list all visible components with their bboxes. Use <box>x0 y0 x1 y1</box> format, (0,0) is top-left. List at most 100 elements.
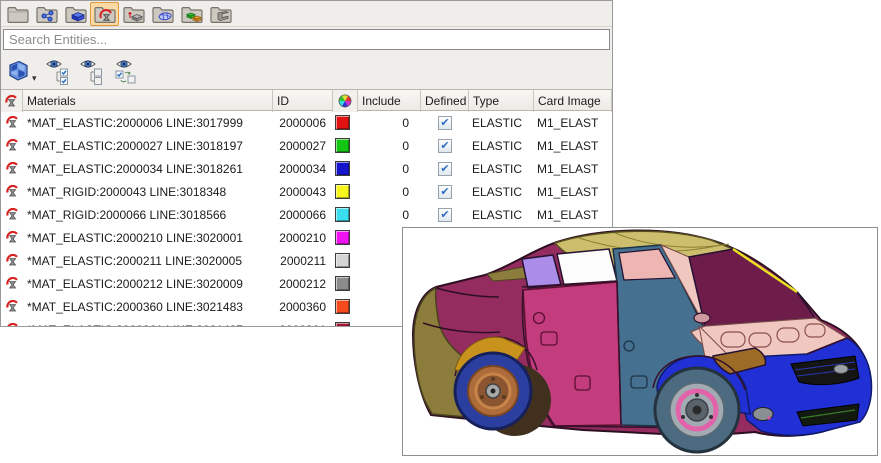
defined-checkbox[interactable]: ✔ <box>438 116 452 130</box>
include-count: 0 <box>358 116 421 130</box>
material-name[interactable]: *MAT_ELASTIC:2000210 LINE:3020001 <box>23 231 273 245</box>
color-swatch[interactable] <box>335 299 350 314</box>
material-row[interactable]: *MAT_RIGID:2000043 LINE:3018348 2000043 … <box>1 180 612 203</box>
folder-sections-icon <box>209 4 233 24</box>
defined-checkbox[interactable]: ✔ <box>438 208 452 222</box>
material-type: ELASTIC <box>469 162 534 176</box>
folder-properties-button[interactable] <box>119 2 148 26</box>
material-id: 2000006 <box>273 116 333 130</box>
header-materials[interactable]: Materials <box>23 90 273 112</box>
material-name[interactable]: *MAT_ELASTIC:2000027 LINE:3018197 <box>23 139 273 153</box>
search-row <box>1 27 612 53</box>
material-type: ELASTIC <box>469 208 534 222</box>
folder-icon <box>6 4 30 24</box>
defined-checkbox[interactable]: ✔ <box>438 139 452 153</box>
material-row[interactable]: *MAT_ELASTIC:2000034 LINE:3018261 200003… <box>1 157 612 180</box>
display-style-icon <box>5 59 31 83</box>
material-id: 2000027 <box>273 139 333 153</box>
reverse-button[interactable] <box>113 57 139 85</box>
show-button[interactable] <box>45 57 71 85</box>
folder-components-button[interactable] <box>61 2 90 26</box>
folder-materials-icon <box>93 4 117 24</box>
header-card-image[interactable]: Card Image <box>534 90 612 112</box>
material-id: 2000211 <box>273 254 333 268</box>
car-rear-door-glass <box>557 249 617 285</box>
material-row[interactable]: *MAT_RIGID:2000066 LINE:3018566 2000066 … <box>1 203 612 226</box>
material-icon <box>1 254 23 267</box>
material-name[interactable]: *MAT_ELASTIC:2000361 LINE:3021487 <box>23 323 273 328</box>
folder-assemblies-icon <box>180 4 204 24</box>
color-swatch[interactable] <box>335 207 350 222</box>
header-materials-icon-cell[interactable] <box>1 90 23 112</box>
material-name[interactable]: *MAT_ELASTIC:2000034 LINE:3018261 <box>23 162 273 176</box>
eye-show-icon <box>45 57 71 85</box>
material-type: ELASTIC <box>469 116 534 130</box>
table-header: Materials ID Include Defined Type Card I… <box>1 89 612 111</box>
hide-button[interactable] <box>79 57 105 85</box>
folder-plots-button[interactable] <box>32 2 61 26</box>
defined-checkbox[interactable]: ✔ <box>438 162 452 176</box>
material-id: 2000034 <box>273 162 333 176</box>
material-name[interactable]: *MAT_ELASTIC:2000360 LINE:3021483 <box>23 300 273 314</box>
header-defined[interactable]: Defined <box>421 90 469 112</box>
folder-all-button[interactable] <box>3 2 32 26</box>
folder-components-icon <box>64 4 88 24</box>
folder-properties-icon <box>122 4 146 24</box>
color-swatch[interactable] <box>335 253 350 268</box>
folder-sections-button[interactable] <box>206 2 235 26</box>
model-viewport <box>402 227 878 456</box>
material-icon <box>1 162 23 175</box>
eye-hide-icon <box>79 57 105 85</box>
car-side-mirror <box>694 313 710 323</box>
color-swatch[interactable] <box>335 276 350 291</box>
material-row[interactable]: *MAT_ELASTIC:2000027 LINE:3018197 200002… <box>1 134 612 157</box>
card-image-name: M1_ELAST <box>534 116 612 130</box>
include-count: 0 <box>358 162 421 176</box>
material-icon <box>1 300 23 313</box>
folder-mesh-button[interactable] <box>148 2 177 26</box>
card-image-name: M1_ELAST <box>534 139 612 153</box>
material-type: ELASTIC <box>469 185 534 199</box>
color-swatch[interactable] <box>335 230 350 245</box>
folder-assemblies-button[interactable] <box>177 2 206 26</box>
color-swatch[interactable] <box>335 184 350 199</box>
material-row[interactable]: *MAT_ELASTIC:2000006 LINE:3017999 200000… <box>1 111 612 134</box>
header-type[interactable]: Type <box>469 90 534 112</box>
folder-plots-icon <box>35 4 59 24</box>
folder-materials-button[interactable] <box>90 2 119 26</box>
color-swatch[interactable] <box>335 115 350 130</box>
card-image-name: M1_ELAST <box>534 162 612 176</box>
defined-checkbox[interactable]: ✔ <box>438 185 452 199</box>
color-swatch[interactable] <box>335 322 350 327</box>
header-id[interactable]: ID <box>273 90 333 112</box>
material-icon <box>1 277 23 290</box>
header-include[interactable]: Include <box>358 90 421 112</box>
display-toolbar: ▾ <box>1 53 612 89</box>
material-name[interactable]: *MAT_ELASTIC:2000211 LINE:3020005 <box>23 254 273 268</box>
search-input[interactable] <box>3 29 610 50</box>
material-name[interactable]: *MAT_RIGID:2000066 LINE:3018566 <box>23 208 273 222</box>
display-style-button[interactable]: ▾ <box>5 59 37 84</box>
material-type: ELASTIC <box>469 139 534 153</box>
dropdown-caret-icon: ▾ <box>32 73 37 84</box>
include-count: 0 <box>358 139 421 153</box>
color-wheel-icon <box>338 94 352 108</box>
material-icon <box>1 116 23 129</box>
car-front-wheel <box>655 368 739 452</box>
material-id: 2000212 <box>273 277 333 291</box>
material-id: 2000043 <box>273 185 333 199</box>
material-name[interactable]: *MAT_ELASTIC:2000212 LINE:3020009 <box>23 277 273 291</box>
color-swatch[interactable] <box>335 138 350 153</box>
header-color-cell[interactable] <box>333 90 358 112</box>
material-id: 2000361 <box>273 323 333 328</box>
screen: ▾ <box>0 0 881 463</box>
car-model-render <box>403 228 877 455</box>
color-swatch[interactable] <box>335 161 350 176</box>
material-icon <box>1 185 23 198</box>
material-name[interactable]: *MAT_ELASTIC:2000006 LINE:3017999 <box>23 116 273 130</box>
material-icon <box>1 323 23 327</box>
material-icon <box>5 95 18 108</box>
material-id: 2000066 <box>273 208 333 222</box>
material-name[interactable]: *MAT_RIGID:2000043 LINE:3018348 <box>23 185 273 199</box>
material-id: 2000210 <box>273 231 333 245</box>
